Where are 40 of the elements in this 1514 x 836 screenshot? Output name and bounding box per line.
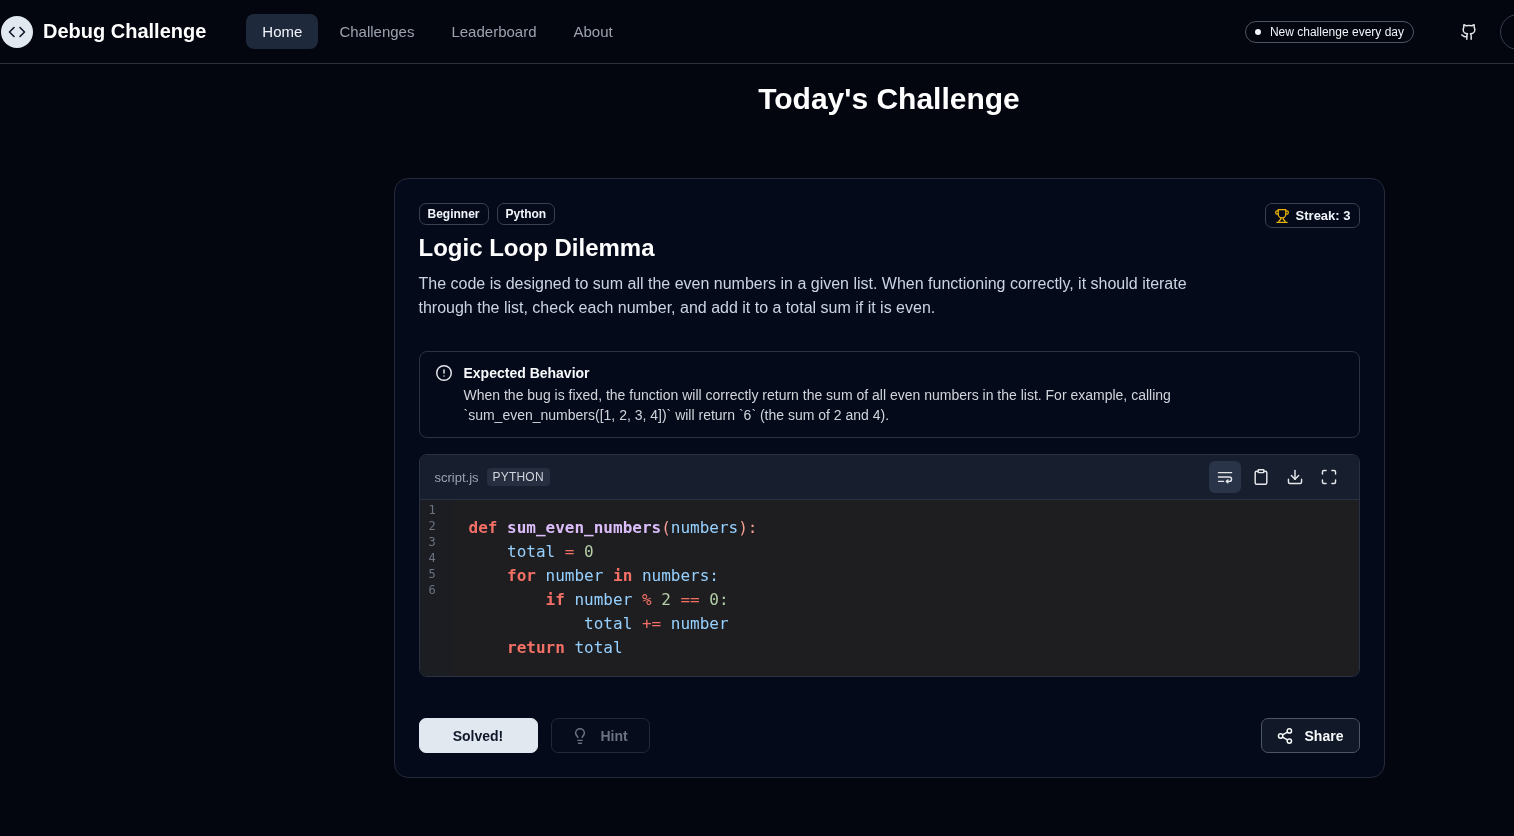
code-line: for number in numbers:	[506, 565, 720, 587]
nav-link[interactable]: Home	[246, 14, 319, 49]
page-title: Today's Challenge	[757, 81, 1021, 117]
language-tag: PYTHON	[486, 468, 550, 486]
app-title: Debug Challenge	[43, 20, 207, 43]
share-button[interactable]: Share	[1260, 718, 1360, 753]
code-line: if number % 2 == 0:	[544, 589, 730, 611]
code-line: return total	[506, 637, 624, 659]
wrap-text-icon	[1216, 469, 1233, 485]
wrap-button[interactable]	[1208, 461, 1241, 493]
tag-badge: Python	[496, 203, 556, 225]
line-number: 4	[427, 550, 437, 566]
challenge-title: Logic Loop Dilemma	[418, 233, 656, 263]
trophy-icon	[1274, 208, 1289, 223]
code-brackets-icon	[1, 15, 33, 48]
panel-title: Expected Behavior	[463, 364, 591, 383]
nav-link[interactable]: About	[557, 14, 629, 49]
panel-text: When the bug is fixed, the function will correctly return the sum of all even numbers in the list. For example, calling `sum_even_numbers([1, 2, 3, 4])` will return `6` (the sum of 2 and 4).	[463, 386, 1172, 425]
clipboard-icon	[1252, 469, 1269, 485]
alert-circle-icon	[435, 365, 452, 381]
share-icon	[1276, 727, 1293, 744]
solved-button[interactable]: Solved!	[418, 718, 538, 753]
challenge-description: The code is designed to sum all the even numbers in a given list. When functioning correctly, it should iterate through the list, check each number, and add it to a total sum if it is even.	[418, 274, 1188, 318]
dot-icon	[1254, 28, 1261, 35]
nav-link[interactable]: Leaderboard	[435, 14, 553, 49]
code-line: total = 0	[506, 541, 595, 563]
tag-badge: Beginner	[418, 203, 489, 225]
code-line: def sum_even_numbers(numbers):	[468, 517, 759, 539]
github-icon[interactable]	[1461, 23, 1477, 40]
line-number: 6	[427, 582, 437, 598]
nav-link[interactable]: Challenges	[323, 14, 431, 49]
line-number: 3	[427, 534, 437, 550]
code-line: total += number	[583, 613, 730, 635]
fullscreen-icon	[1320, 469, 1337, 485]
line-number: 5	[427, 566, 437, 582]
line-number: 2	[427, 518, 437, 534]
streak-count: Streak: 3	[1295, 208, 1351, 223]
download-icon	[1286, 469, 1303, 485]
file-name: script.js	[434, 469, 479, 485]
line-number: 1	[427, 502, 437, 518]
